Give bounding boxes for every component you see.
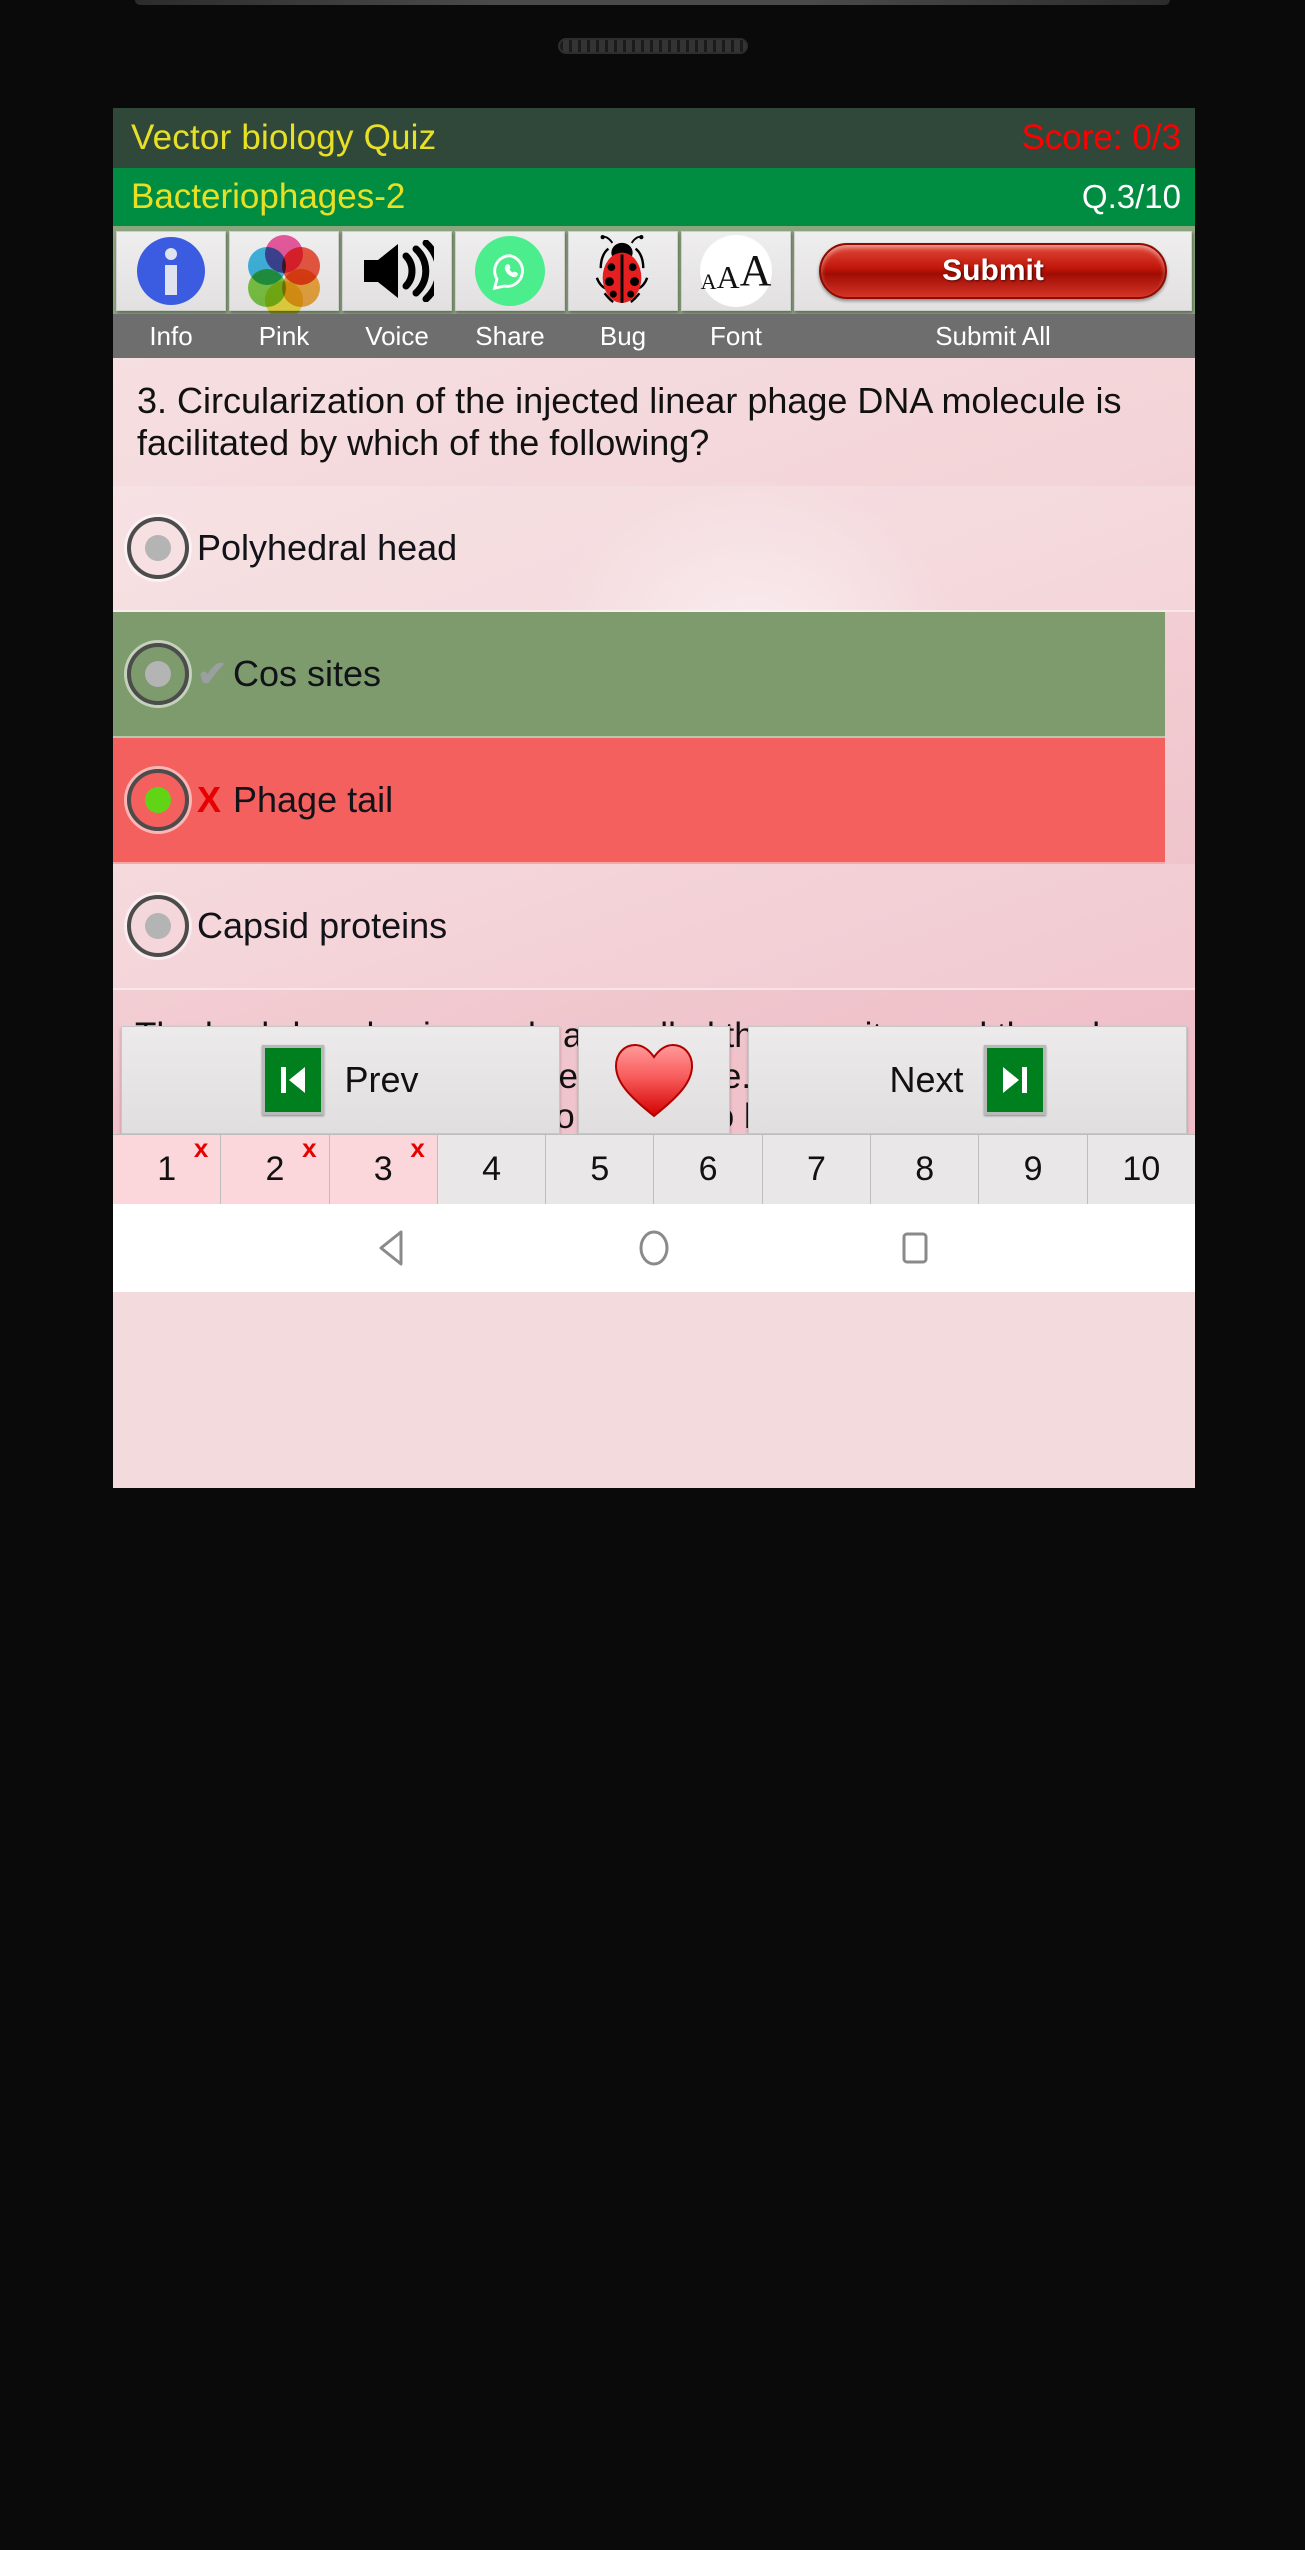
subject-bar: Bacteriophages-2 Q.3/10 [113, 168, 1195, 226]
pager-mark-2: x [302, 1133, 317, 1163]
back-triangle-icon[interactable] [371, 1226, 415, 1270]
question-counter: Q.3/10 [1081, 178, 1181, 215]
android-system-nav-bar [113, 1204, 1195, 1292]
speaker-icon [360, 239, 443, 302]
toolbar-label-pink[interactable]: Pink [229, 314, 339, 358]
heart-icon [611, 1040, 697, 1120]
color-wheel-icon [248, 234, 320, 319]
pager-item-4[interactable]: 4 [437, 1135, 547, 1204]
question-text: 3. Circularization of the injected linea… [137, 380, 1122, 464]
pager-item-6[interactable]: 6 [654, 1135, 763, 1204]
toolbar-label-row: Info Pink Voice Share Bug Font Submit Al… [113, 314, 1195, 358]
submit-button[interactable]: Submit [818, 242, 1168, 299]
page-title: Vector biology Quiz [131, 118, 437, 157]
prev-button-label: Prev [344, 1059, 419, 1100]
next-button-label: Next [889, 1059, 964, 1100]
option-row-3[interactable]: Capsid proteins [113, 864, 1195, 991]
toolbar-label-info[interactable]: Info [116, 314, 226, 358]
pager-number-8: 8 [915, 1150, 935, 1188]
pager-item-7[interactable]: 7 [762, 1135, 872, 1204]
whatsapp-share-icon [475, 235, 545, 306]
toolbar-button-info[interactable] [116, 230, 226, 311]
subject-title: Bacteriophages-2 [131, 177, 406, 216]
prev-button[interactable]: Prev [121, 1026, 560, 1134]
next-button[interactable]: Next [748, 1026, 1187, 1134]
pager-number-9: 9 [1023, 1150, 1043, 1188]
question-pager: x1 x2 x3 4 5 6 7 8 9 10 [113, 1133, 1195, 1204]
pager-item-1[interactable]: x1 [113, 1133, 222, 1204]
radio-button-3[interactable] [127, 895, 189, 958]
toolbar-label-bug[interactable]: Bug [568, 314, 678, 358]
app-screen: Vector biology Quiz Score: 0/3 Bacteriop… [113, 108, 1195, 1488]
radio-button-2-selected[interactable] [127, 769, 189, 832]
pager-number-1: 1 [157, 1150, 177, 1188]
radio-button-0[interactable] [127, 517, 189, 580]
pager-item-2[interactable]: x2 [221, 1133, 330, 1204]
earpiece-speaker-grille-icon [558, 38, 748, 54]
option-row-0[interactable]: Polyhedral head [113, 486, 1195, 613]
pager-number-10: 10 [1122, 1150, 1161, 1188]
options-list: Polyhedral head ✔ Cos sites X Phage tail… [113, 486, 1195, 991]
pager-number-5: 5 [590, 1150, 610, 1188]
pager-number-2: 2 [265, 1150, 285, 1188]
skip-back-icon [262, 1045, 325, 1115]
pager-item-10[interactable]: 10 [1087, 1135, 1195, 1204]
toolbar-button-bug[interactable] [568, 230, 678, 311]
radio-button-1[interactable] [127, 643, 189, 706]
option-label-3: Capsid proteins [197, 905, 448, 947]
pager-mark-3: x [410, 1133, 425, 1163]
bezel-top-edge [135, 0, 1170, 5]
toolbar-label-font[interactable]: Font [681, 314, 791, 358]
toolbar-label-submit-all[interactable]: Submit All [794, 314, 1192, 358]
toolbar-button-share[interactable] [455, 230, 565, 311]
favorite-button[interactable] [578, 1026, 730, 1134]
quiz-content: 3. Circularization of the injected linea… [113, 358, 1195, 1292]
pager-number-6: 6 [698, 1150, 718, 1188]
option-label-0: Polyhedral head [197, 527, 458, 569]
toolbar-button-submit[interactable]: Submit [794, 230, 1192, 311]
toolbar-button-voice[interactable] [342, 230, 452, 311]
option-row-2[interactable]: X Phage tail [113, 738, 1165, 865]
home-circle-icon[interactable] [632, 1226, 676, 1270]
pager-item-3[interactable]: x3 [329, 1133, 438, 1204]
option-label-1: Cos sites [233, 653, 382, 695]
pager-number-3: 3 [373, 1150, 393, 1188]
pager-number-4: 4 [482, 1150, 501, 1188]
ladybug-icon [593, 234, 653, 307]
option-mark-wrong-icon: X [197, 779, 222, 821]
title-bar: Vector biology Quiz Score: 0/3 [113, 108, 1195, 168]
skip-forward-icon [983, 1045, 1046, 1115]
toolbar: AAA Submit [113, 226, 1195, 319]
option-mark-correct-icon: ✔ [197, 653, 228, 695]
toolbar-button-pink[interactable] [229, 230, 339, 319]
font-size-icon: AAA [700, 234, 772, 307]
pager-mark-1: x [193, 1133, 209, 1163]
toolbar-button-font[interactable]: AAA [681, 230, 791, 311]
option-row-1[interactable]: ✔ Cos sites [113, 612, 1165, 739]
option-label-2: Phage tail [233, 779, 394, 821]
phone-frame: Vector biology Quiz Score: 0/3 Bacteriop… [0, 0, 1305, 2550]
navigation-row: Prev Next [113, 1026, 1195, 1134]
pager-item-8[interactable]: 8 [871, 1135, 980, 1204]
pager-item-9[interactable]: 9 [979, 1135, 1088, 1204]
pager-number-7: 7 [806, 1150, 826, 1188]
recents-square-icon[interactable] [893, 1226, 937, 1270]
info-icon [137, 236, 205, 305]
pager-item-5[interactable]: 5 [546, 1135, 655, 1204]
toolbar-label-voice[interactable]: Voice [342, 314, 452, 358]
toolbar-label-share[interactable]: Share [455, 314, 565, 358]
score-badge: Score: 0/3 [1021, 118, 1181, 157]
